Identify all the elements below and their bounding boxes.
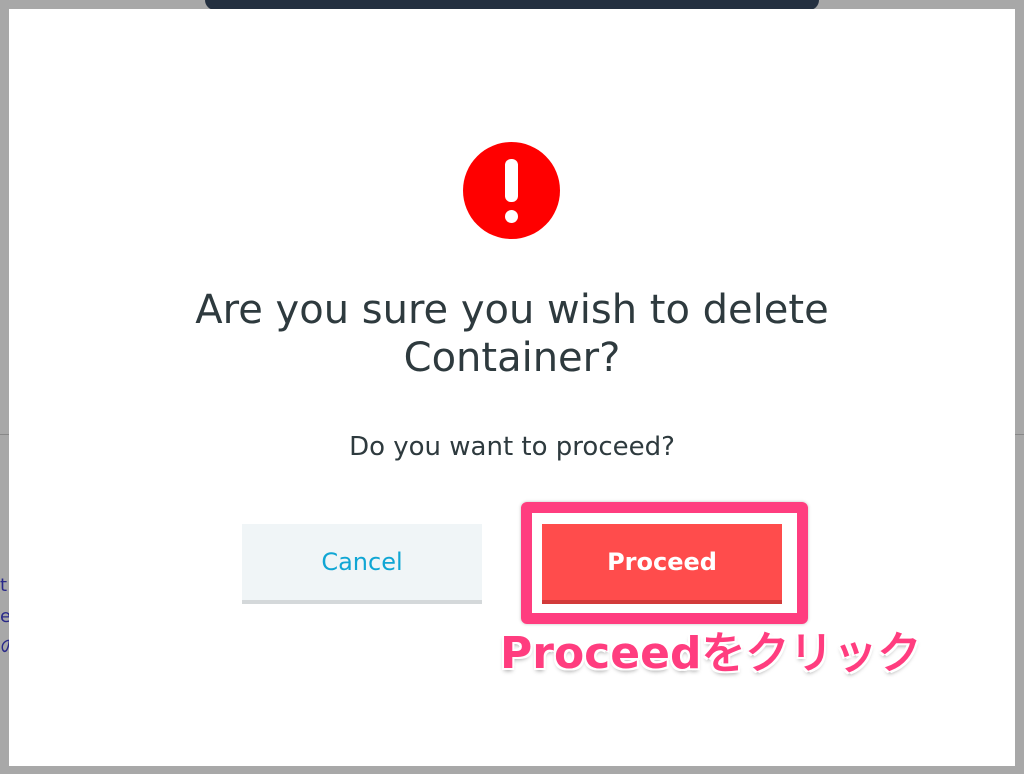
exclamation-dot [505, 210, 518, 223]
cancel-button[interactable]: Cancel [242, 524, 482, 604]
proceed-button[interactable]: Proceed [542, 524, 782, 604]
dialog-title: Are you sure you wish to delete Containe… [195, 287, 829, 381]
exclamation-bar [505, 159, 518, 202]
background-divider-right [1014, 434, 1024, 435]
annotation-label: Proceedをクリック [500, 628, 922, 679]
dialog-message: Do you want to proceed? [349, 432, 675, 462]
exclamation-circle-icon [463, 142, 560, 239]
